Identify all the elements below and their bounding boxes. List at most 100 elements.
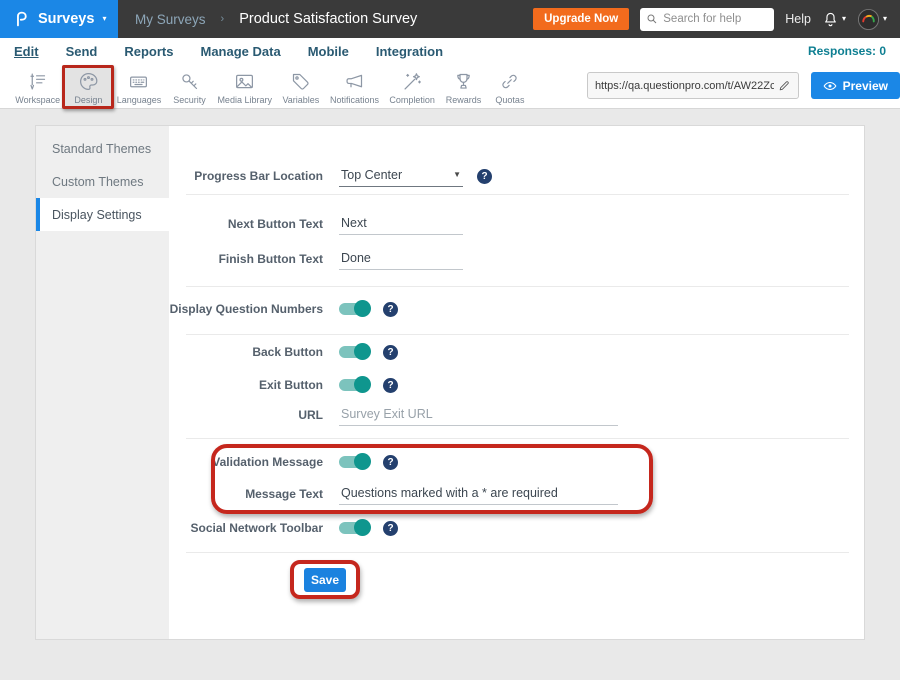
toolbar-item-variables[interactable]: Variables	[277, 67, 325, 107]
social-toolbar-label: Social Network Toolbar	[36, 521, 323, 535]
survey-url-field[interactable]	[587, 72, 799, 99]
responses-count[interactable]: Responses: 0	[808, 44, 886, 58]
nav-tab-mobile[interactable]: Mobile	[308, 44, 349, 59]
breadcrumb-separator: ›	[221, 13, 225, 25]
avatar	[857, 8, 880, 31]
exit-button-toggle[interactable]	[339, 379, 369, 391]
social-toolbar-toggle[interactable]	[339, 522, 369, 534]
exit-url-input[interactable]	[339, 405, 618, 426]
breadcrumb: My Surveys › Product Satisfaction Survey	[135, 11, 417, 27]
chevron-down-icon: ▾	[102, 15, 106, 23]
design-settings-panel: Standard Themes Custom Themes Display Se…	[35, 125, 865, 640]
divider	[186, 286, 849, 287]
toolbar-item-workspace[interactable]: Workspace	[10, 67, 65, 107]
help-icon[interactable]: ?	[383, 455, 398, 470]
divider	[186, 438, 849, 439]
toolbar-item-rewards[interactable]: Rewards	[440, 67, 487, 107]
breadcrumb-my-surveys[interactable]: My Surveys	[135, 12, 206, 27]
help-icon[interactable]: ?	[383, 521, 398, 536]
next-button-text-label: Next Button Text	[36, 217, 323, 231]
sidebar-item-standard-themes[interactable]: Standard Themes	[36, 132, 169, 165]
question-numbers-label: Display Question Numbers	[36, 302, 323, 316]
bell-icon	[822, 11, 839, 28]
back-button-row: Back Button ?	[36, 340, 846, 364]
exit-button-label: Exit Button	[36, 378, 323, 392]
back-button-label: Back Button	[36, 345, 323, 359]
app-window: Surveys ▾ My Surveys › Product Satisfact…	[0, 0, 900, 680]
edit-url-pencil-icon[interactable]	[778, 79, 791, 92]
validation-message-row: Validation Message ?	[36, 450, 846, 474]
edit-toolbar: Workspace Design Languages Security Medi…	[0, 64, 900, 109]
toolbar-item-media-library[interactable]: Media Library	[213, 67, 277, 107]
help-link[interactable]: Help	[785, 12, 811, 26]
chevron-down-icon: ▼	[453, 170, 461, 179]
help-icon[interactable]: ?	[477, 169, 492, 184]
finish-button-text-input[interactable]	[339, 249, 463, 270]
eye-icon	[823, 79, 837, 93]
help-icon[interactable]: ?	[383, 378, 398, 393]
survey-nav: Edit Send Reports Manage Data Mobile Int…	[0, 38, 900, 64]
topbar-actions: Upgrade Now Help ▾	[533, 8, 900, 31]
preview-label: Preview	[843, 79, 888, 93]
nav-tab-reports[interactable]: Reports	[124, 44, 173, 59]
progress-bar-location-row: Progress Bar Location Top Center ▼ ?	[36, 164, 846, 188]
save-button[interactable]: Save	[304, 568, 346, 592]
upgrade-now-button[interactable]: Upgrade Now	[533, 8, 629, 30]
validation-message-label: Validation Message	[36, 455, 323, 469]
workspace-icon	[27, 71, 48, 92]
progress-bar-location-value: Top Center	[341, 168, 402, 182]
nav-tab-integration[interactable]: Integration	[376, 44, 443, 59]
search-icon	[646, 13, 658, 25]
finish-button-text-label: Finish Button Text	[36, 252, 323, 266]
social-toolbar-row: Social Network Toolbar ?	[36, 516, 846, 540]
message-text-label: Message Text	[36, 487, 323, 501]
divider	[186, 552, 849, 553]
survey-title: Product Satisfaction Survey	[239, 11, 417, 27]
toolbar-item-notifications[interactable]: Notifications	[325, 67, 384, 107]
product-switcher[interactable]: Surveys ▾	[0, 0, 118, 38]
toolbar-item-quotas[interactable]: Quotas	[487, 67, 533, 107]
quotas-link-icon	[499, 71, 520, 92]
preview-button[interactable]: Preview	[811, 72, 900, 99]
top-bar: Surveys ▾ My Surveys › Product Satisfact…	[0, 0, 900, 38]
question-numbers-row: Display Question Numbers ?	[36, 297, 846, 321]
message-text-input[interactable]	[339, 484, 618, 505]
nav-tab-manage-data[interactable]: Manage Data	[200, 44, 280, 59]
toolbar-item-design[interactable]: Design	[65, 67, 111, 107]
progress-bar-location-label: Progress Bar Location	[36, 169, 323, 183]
divider	[186, 194, 849, 195]
security-key-icon	[179, 71, 200, 92]
message-text-row: Message Text	[36, 482, 846, 506]
media-library-image-icon	[234, 71, 255, 92]
toolbar-item-languages[interactable]: Languages	[111, 67, 166, 107]
back-button-toggle[interactable]	[339, 346, 369, 358]
question-numbers-toggle[interactable]	[339, 303, 369, 315]
notifications-megaphone-icon	[344, 71, 365, 92]
progress-bar-location-select[interactable]: Top Center ▼	[339, 166, 463, 187]
completion-wand-icon	[402, 71, 423, 92]
help-icon[interactable]: ?	[383, 302, 398, 317]
divider	[186, 334, 849, 335]
help-search[interactable]	[640, 8, 774, 31]
next-button-text-input[interactable]	[339, 214, 463, 235]
account-menu-button[interactable]: ▾	[857, 8, 887, 31]
nav-tab-edit[interactable]: Edit	[14, 44, 39, 59]
survey-url-input[interactable]	[595, 80, 774, 92]
finish-button-text-row: Finish Button Text	[36, 247, 846, 271]
toolbar-item-completion[interactable]: Completion	[384, 67, 440, 107]
notifications-bell-button[interactable]: ▾	[822, 11, 846, 28]
toolbar-item-security[interactable]: Security	[167, 67, 213, 107]
product-name: Surveys	[38, 11, 94, 27]
help-icon[interactable]: ?	[383, 345, 398, 360]
validation-message-toggle[interactable]	[339, 456, 369, 468]
next-button-text-row: Next Button Text	[36, 212, 846, 236]
questionpro-logo-icon	[13, 9, 30, 29]
help-search-input[interactable]	[663, 13, 768, 25]
nav-tab-send[interactable]: Send	[66, 44, 98, 59]
exit-url-label: URL	[36, 408, 323, 422]
design-palette-icon	[78, 71, 99, 92]
rewards-trophy-icon	[453, 71, 474, 92]
chevron-down-icon: ▾	[883, 15, 887, 23]
variables-tag-icon	[290, 71, 311, 92]
exit-button-row: Exit Button ?	[36, 373, 846, 397]
